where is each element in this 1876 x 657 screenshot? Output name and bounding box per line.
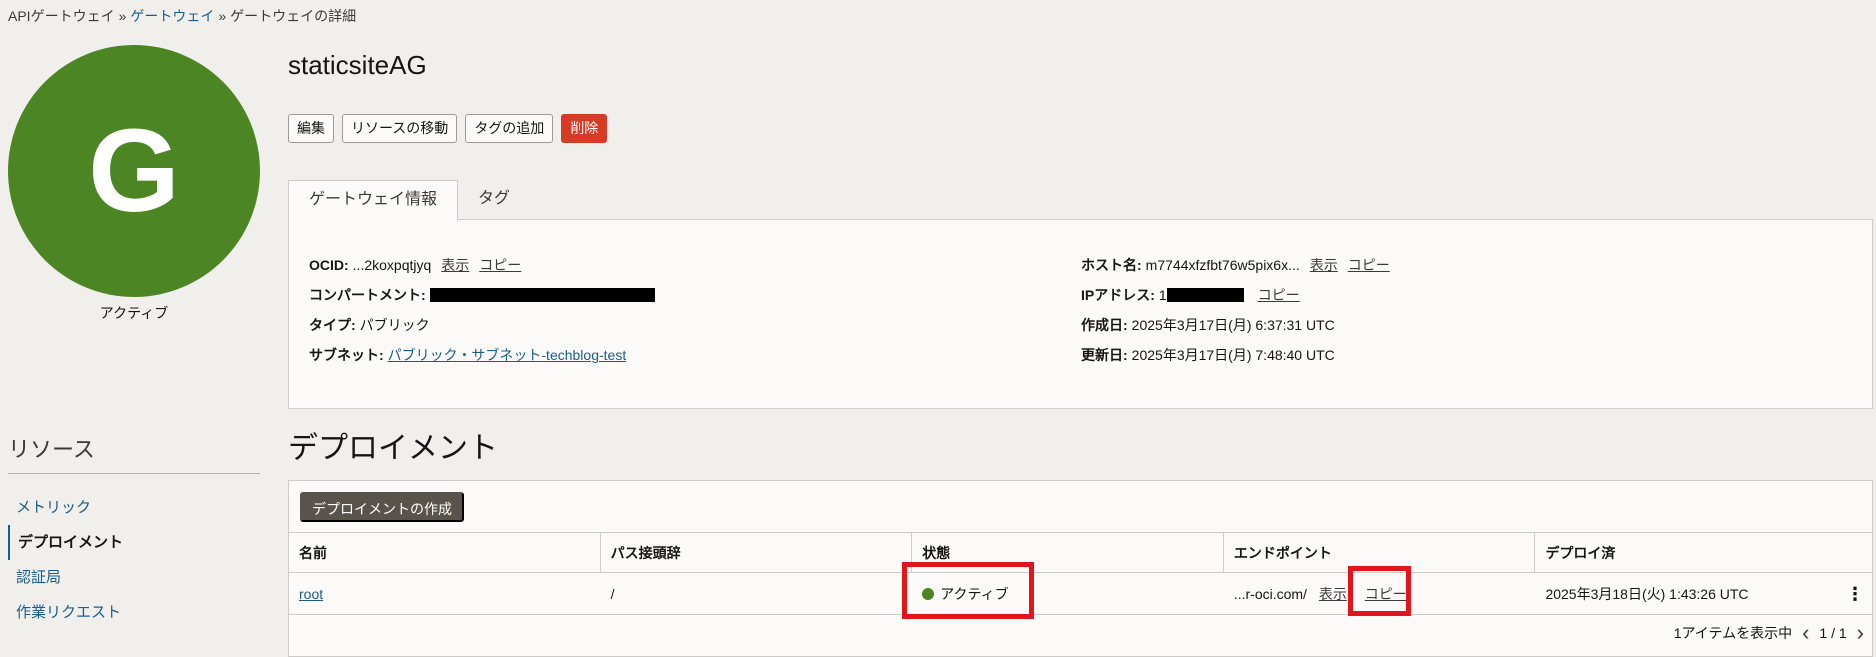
- endpoint-show-link[interactable]: 表示: [1319, 586, 1347, 602]
- page-title: staticsiteAG: [288, 50, 427, 80]
- compartment-label: コンパートメント:: [309, 287, 426, 303]
- ocid-show-link[interactable]: 表示: [441, 255, 469, 275]
- subnet-link[interactable]: パブリック・サブネット-techblog-test: [388, 345, 627, 365]
- move-resource-button[interactable]: リソースの移動: [342, 114, 458, 143]
- resources-item-certificates[interactable]: 認証局: [8, 560, 260, 595]
- subnet-label: サブネット:: [309, 347, 384, 363]
- kebab-menu-icon[interactable]: ⋮: [1846, 573, 1864, 615]
- ip-prefix: 1: [1158, 287, 1167, 303]
- highlight-box-copy: [1348, 566, 1411, 616]
- table-header: 名前 パス接頭辞 状態 エンドポイント デプロイ済: [289, 532, 1872, 573]
- create-deployment-button[interactable]: デプロイメントの作成: [300, 492, 464, 522]
- chevron-left-icon[interactable]: ‹: [1802, 622, 1809, 644]
- info-column-left: OCID: ...2koxpqtjyq 表示 コピー コンパートメント: タイプ…: [309, 250, 655, 370]
- ocid-copy-link[interactable]: コピー: [479, 255, 521, 275]
- type-label: タイプ:: [309, 317, 356, 333]
- info-type: タイプ: パブリック: [309, 310, 655, 340]
- column-header-path-prefix[interactable]: パス接頭辞: [601, 533, 913, 572]
- add-tags-button[interactable]: タグの追加: [465, 114, 554, 143]
- ip-redacted: [1166, 288, 1244, 302]
- breadcrumb-gateways[interactable]: ゲートウェイ: [130, 8, 214, 24]
- gateway-info-panel: OCID: ...2koxpqtjyq 表示 コピー コンパートメント: タイプ…: [288, 219, 1873, 409]
- info-compartment: コンパートメント:: [309, 280, 655, 310]
- tab-gateway-info[interactable]: ゲートウェイ情報: [288, 180, 459, 221]
- updated-label: 更新日:: [1081, 347, 1128, 363]
- action-bar: 編集 リソースの移動 タグの追加 削除: [288, 114, 608, 143]
- deployment-name-link[interactable]: root: [299, 586, 323, 602]
- created-label: 作成日:: [1081, 317, 1128, 333]
- ip-label: IPアドレス:: [1081, 287, 1155, 303]
- info-ip: IPアドレス: 1 コピー: [1081, 280, 1390, 310]
- tab-tags[interactable]: タグ: [458, 180, 530, 220]
- pagination-count: 1アイテムを表示中: [1673, 625, 1793, 641]
- type-value: パブリック: [359, 317, 430, 333]
- hostname-copy-link[interactable]: コピー: [1348, 255, 1390, 275]
- breadcrumb-current: ゲートウェイの詳細: [230, 8, 357, 24]
- breadcrumb: APIゲートウェイ» ゲートウェイ» ゲートウェイの詳細: [8, 6, 356, 26]
- resources-item-work-requests[interactable]: 作業リクエスト: [8, 595, 260, 630]
- deployed-value: 2025年3月18日(火) 1:43:26 UTC: [1545, 586, 1749, 602]
- deployments-table-panel: デプロイメントの作成 名前 パス接頭辞 状態 エンドポイント デプロイ済 roo…: [288, 480, 1873, 657]
- detail-tabs: ゲートウェイ情報 タグ: [288, 180, 530, 221]
- compartment-redacted: [429, 288, 655, 302]
- edit-button[interactable]: 編集: [288, 114, 334, 143]
- ocid-value: ...2koxpqtjyq: [352, 257, 432, 273]
- info-created: 作成日: 2025年3月17日(月) 6:37:31 UTC: [1081, 310, 1390, 340]
- cell-deployed: 2025年3月18日(火) 1:43:26 UTC ⋮: [1535, 573, 1872, 614]
- info-hostname: ホスト名: m7744xfzfbt76w5pix6x... 表示 コピー: [1081, 250, 1390, 280]
- hostname-show-link[interactable]: 表示: [1310, 255, 1338, 275]
- cell-path-prefix: /: [610, 586, 615, 602]
- column-header-deployed[interactable]: デプロイ済: [1535, 533, 1872, 572]
- endpoint-value: ...r-oci.com/: [1233, 586, 1307, 602]
- chevron-right-icon[interactable]: ›: [1857, 622, 1864, 644]
- info-updated: 更新日: 2025年3月17日(月) 7:48:40 UTC: [1081, 340, 1390, 370]
- resources-divider: [8, 473, 260, 474]
- gateway-avatar: G: [8, 45, 260, 297]
- column-header-name[interactable]: 名前: [289, 533, 601, 572]
- resources-item-deployments[interactable]: デプロイメント: [8, 525, 260, 560]
- highlight-box-state: [902, 562, 1034, 619]
- avatar-letter: G: [88, 105, 180, 237]
- hostname-label: ホスト名:: [1081, 257, 1142, 273]
- ocid-label: OCID:: [309, 257, 349, 273]
- cell-name: root: [289, 573, 601, 614]
- updated-value: 2025年3月17日(月) 7:48:40 UTC: [1131, 347, 1335, 363]
- hostname-value: m7744xfzfbt76w5pix6x...: [1145, 257, 1300, 273]
- resources-title: リソース: [8, 437, 95, 462]
- info-ocid: OCID: ...2koxpqtjyq 表示 コピー: [309, 250, 655, 280]
- info-column-right: ホスト名: m7744xfzfbt76w5pix6x... 表示 コピー IPア…: [1081, 250, 1390, 370]
- created-value: 2025年3月17日(月) 6:37:31 UTC: [1131, 317, 1335, 333]
- avatar-status-label: アクティブ: [99, 305, 169, 321]
- info-subnet: サブネット: パブリック・サブネット-techblog-test: [309, 340, 655, 370]
- delete-button[interactable]: 削除: [561, 114, 608, 143]
- table-row: root / アクティブ ...r-oci.com/ 表示 コピー 2025年3…: [289, 573, 1872, 615]
- breadcrumb-api-gateway[interactable]: APIゲートウェイ: [8, 8, 115, 24]
- deployments-title: デプロイメント: [288, 432, 498, 465]
- breadcrumb-separator: »: [118, 8, 127, 24]
- resources-item-metrics[interactable]: メトリック: [8, 490, 260, 525]
- pagination-page: 1 / 1: [1819, 625, 1847, 641]
- resources-nav: メトリック デプロイメント 認証局 作業リクエスト: [8, 490, 260, 630]
- breadcrumb-separator: »: [218, 8, 227, 24]
- ip-copy-link[interactable]: コピー: [1258, 285, 1300, 305]
- pagination: 1アイテムを表示中 ‹ 1 / 1 ›: [1674, 622, 1864, 644]
